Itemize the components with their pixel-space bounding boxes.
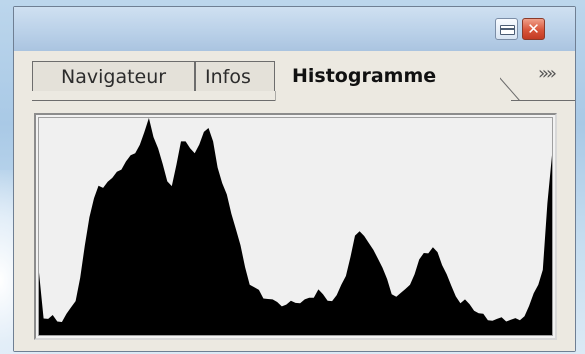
- minimize-button[interactable]: [495, 18, 518, 40]
- histogram-graph: [39, 118, 552, 335]
- tab-label: Infos: [205, 66, 251, 88]
- close-button[interactable]: ✕: [522, 18, 545, 40]
- tab-histogramme[interactable]: Histogramme: [275, 61, 500, 91]
- panel-menu-button[interactable]: »»: [538, 63, 557, 84]
- histogram-display: [38, 117, 553, 336]
- histogram-panel: ✕ Navigateur Infos Histogramme »»: [13, 6, 576, 352]
- tab-label: Histogramme: [292, 65, 437, 87]
- histogram-area: [39, 118, 552, 335]
- tab-label: Navigateur: [61, 66, 167, 88]
- tab-strip: Navigateur Infos Histogramme »»: [14, 51, 575, 102]
- tab-navigateur[interactable]: Navigateur: [32, 61, 195, 91]
- panel-content: [14, 101, 575, 351]
- histogram-frame: [34, 113, 557, 340]
- panel-title-bar[interactable]: ✕: [14, 7, 575, 52]
- tab-infos[interactable]: Infos: [195, 61, 275, 91]
- minimize-icon: [500, 25, 515, 35]
- double-chevron-right-icon: »: [538, 63, 549, 84]
- close-icon: ✕: [527, 20, 540, 38]
